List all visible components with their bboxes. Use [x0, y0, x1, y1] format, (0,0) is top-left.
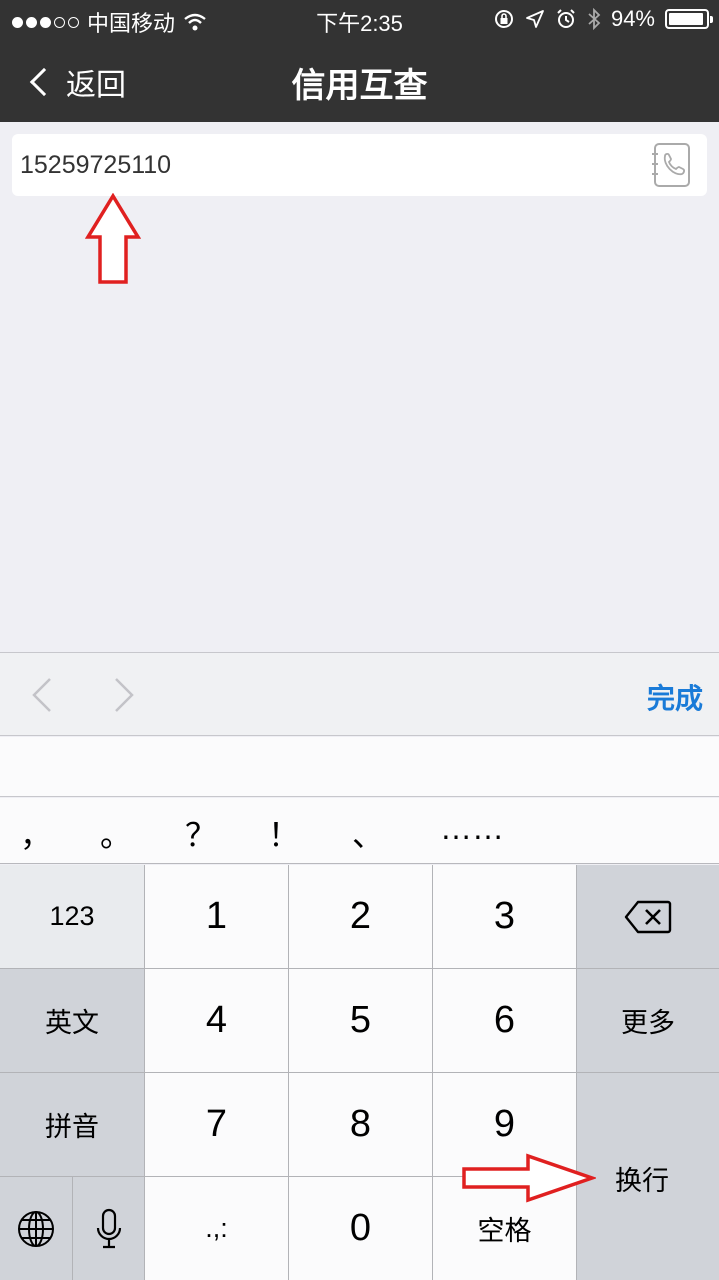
key-123[interactable]: 123 [0, 865, 145, 969]
status-right: 94% [493, 6, 713, 32]
key-english-label: 英文 [45, 1008, 99, 1038]
page-title: 信用互查 [291, 67, 428, 105]
key-enter[interactable]: 换行 [577, 1073, 719, 1280]
punct-exclaim-key[interactable]: ！ [268, 810, 300, 856]
key-pinyin[interactable]: 拼音 [0, 1073, 145, 1177]
key-space-label: 空格 [477, 1216, 532, 1246]
key-0[interactable]: 0 [289, 1177, 433, 1280]
key-2-label: 2 [349, 895, 372, 937]
key-punct-label: .,: [205, 1213, 228, 1243]
key-6-label: 6 [493, 999, 516, 1041]
key-7-label: 7 [205, 1103, 228, 1145]
key-globe[interactable] [0, 1177, 73, 1280]
battery-percent: 94% [610, 6, 655, 31]
key-3-label: 3 [493, 895, 516, 937]
location-icon [526, 10, 544, 28]
key-0-label: 0 [349, 1207, 372, 1249]
key-microphone[interactable] [73, 1177, 145, 1280]
key-enter-label: 换行 [615, 1166, 669, 1196]
key-2[interactable]: 2 [289, 865, 433, 969]
keyboard-accessory-bar: 完成 [0, 652, 719, 736]
key-4[interactable]: 4 [145, 969, 289, 1073]
done-button[interactable]: 完成 [647, 677, 703, 717]
key-pinyin-label: 拼音 [45, 1112, 99, 1142]
annotation-arrow-up-icon [85, 193, 141, 284]
key-9-label: 9 [493, 1103, 516, 1145]
key-more[interactable]: 更多 [577, 969, 719, 1073]
punct-dunhao-key[interactable]: 、 [352, 810, 384, 856]
status-bar: 中国移动 下午2:35 94% [0, 0, 719, 40]
candidate-bar [0, 737, 719, 797]
bluetooth-icon [588, 8, 601, 30]
key-english[interactable]: 英文 [0, 969, 145, 1073]
contact-book-icon[interactable] [649, 142, 693, 188]
punct-question-key[interactable]: ？ [185, 810, 217, 856]
key-more-label: 更多 [621, 1008, 675, 1038]
previous-field-icon[interactable] [28, 675, 58, 715]
punct-ellipsis-key[interactable]: …… [440, 810, 504, 847]
key-5[interactable]: 5 [289, 969, 433, 1073]
phone-number-input[interactable] [20, 134, 640, 196]
globe-icon [18, 1210, 54, 1247]
punctuation-row: ， 。 ？ ！ 、 …… [0, 798, 719, 864]
backspace-key[interactable] [577, 865, 719, 969]
key-5-label: 5 [349, 999, 372, 1041]
orientation-lock-icon [494, 10, 513, 28]
key-123-label: 123 [49, 901, 95, 931]
next-field-icon[interactable] [108, 675, 138, 715]
alarm-icon [557, 9, 575, 28]
key-7[interactable]: 7 [145, 1073, 289, 1177]
backspace-icon [624, 900, 672, 933]
nav-bar: 返回 信用互查 [0, 40, 719, 122]
microphone-icon [96, 1208, 121, 1248]
battery-icon [665, 9, 713, 29]
key-8[interactable]: 8 [289, 1073, 433, 1177]
key-4-label: 4 [205, 999, 228, 1041]
key-6[interactable]: 6 [433, 969, 577, 1073]
battery-fill [669, 13, 703, 25]
key-3[interactable]: 3 [433, 865, 577, 969]
key-punct[interactable]: .,: [145, 1177, 289, 1280]
key-1[interactable]: 1 [145, 865, 289, 969]
phone-input-container [12, 134, 707, 196]
annotation-arrow-right-icon [462, 1153, 596, 1203]
punct-comma-key[interactable]: ， [20, 810, 52, 856]
punct-period-key[interactable]: 。 [100, 810, 132, 856]
key-8-label: 8 [349, 1103, 372, 1145]
key-1-label: 1 [205, 895, 228, 937]
